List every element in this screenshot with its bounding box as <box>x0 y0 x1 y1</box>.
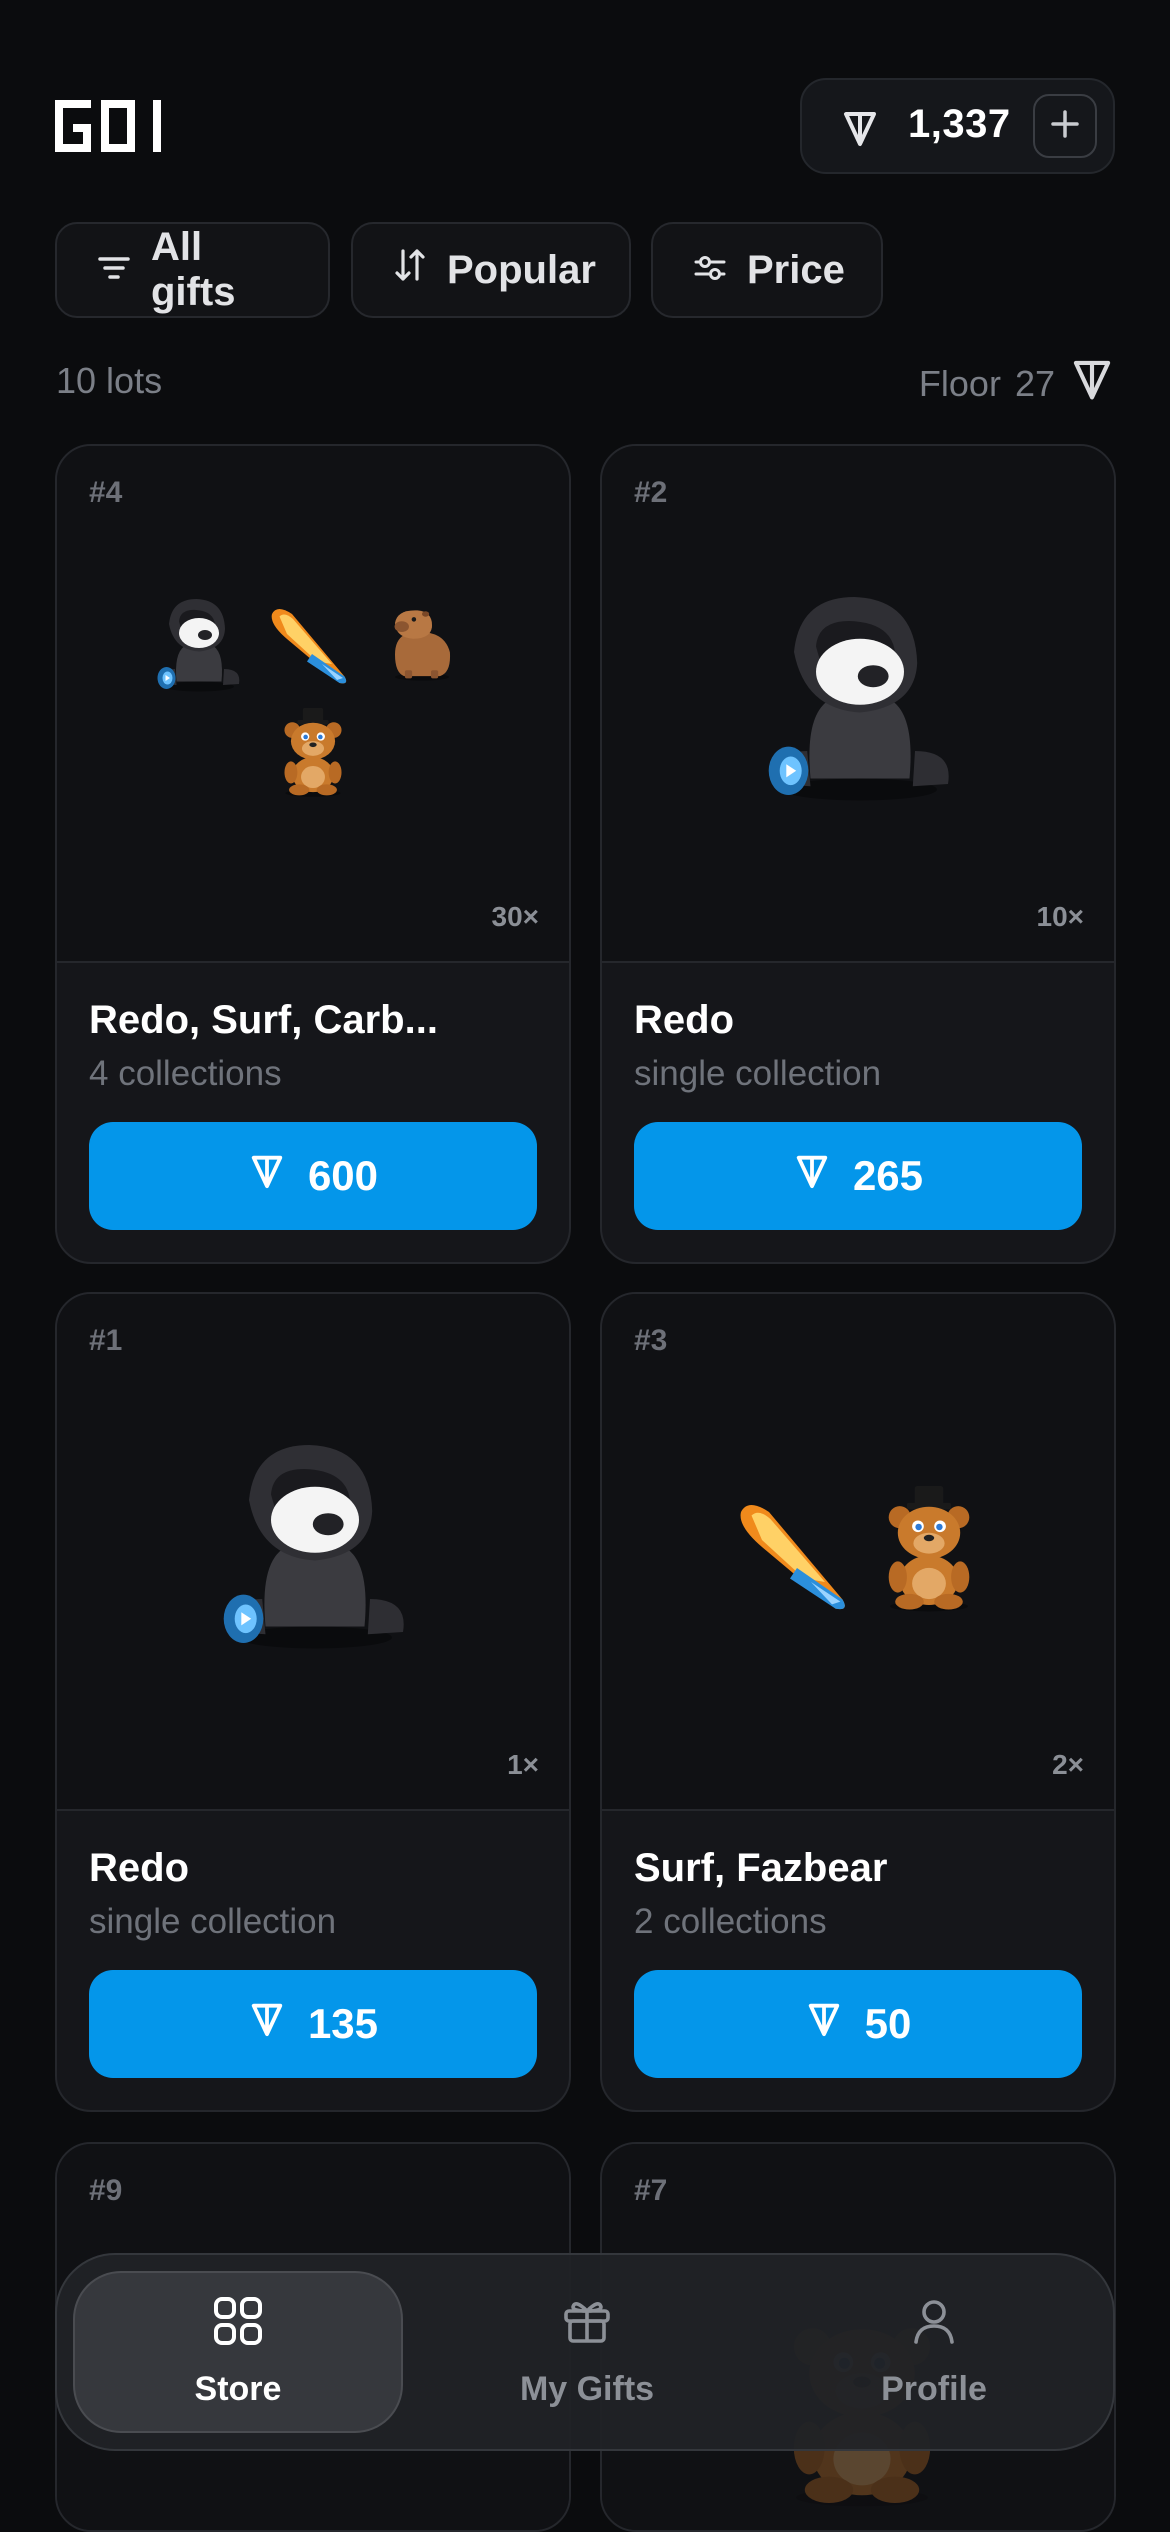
surf-gift-image <box>271 609 347 684</box>
buy-button[interactable]: 50 <box>634 1970 1082 2078</box>
buy-button[interactable]: 265 <box>634 1122 1082 1230</box>
buy-price: 135 <box>307 2000 379 2047</box>
nav-label: Profile <box>881 2370 987 2408</box>
sliders-icon <box>693 248 727 293</box>
lot-card[interactable]: #4 30× Redo, Surf, Carb... 4 collections… <box>55 444 571 1264</box>
lot-number: #4 <box>89 476 123 509</box>
surf-gift-image <box>740 1505 845 1610</box>
filter-label: Popular <box>447 247 596 292</box>
redo-gift-image <box>768 597 949 801</box>
filter-popular[interactable]: Popular <box>351 222 631 318</box>
plus-icon <box>1050 109 1080 144</box>
filter-price[interactable]: Price <box>651 222 883 318</box>
balance-amount: 1,337 <box>908 102 1011 146</box>
filter-label: Price <box>747 247 845 292</box>
ton-icon <box>248 1152 286 1200</box>
nav-store[interactable]: Store <box>73 2271 403 2433</box>
nav-profile[interactable]: Profile <box>769 2271 1099 2433</box>
redo-gift-image <box>223 1445 404 1649</box>
lot-number: #7 <box>634 2174 668 2207</box>
lot-collections: single collection <box>89 1902 337 1941</box>
header: 1,337 <box>55 78 1115 178</box>
ton-icon <box>1069 356 1115 411</box>
gift-preview <box>57 1294 569 1811</box>
lot-collections: 2 collections <box>634 1902 827 1941</box>
buy-button[interactable]: 600 <box>89 1122 537 1230</box>
floor-label: Floor <box>918 362 1001 404</box>
lot-quantity: 1× <box>507 1749 539 1780</box>
lot-quantity: 30× <box>491 901 540 932</box>
gift-preview <box>602 446 1114 963</box>
lot-number: #1 <box>89 1324 123 1357</box>
ton-icon <box>248 2000 286 2048</box>
gift-icon <box>561 2295 613 2356</box>
capybara-gift-image <box>394 610 451 681</box>
lot-title: Redo <box>634 998 734 1042</box>
ton-icon <box>793 1152 831 1200</box>
ton-icon <box>840 108 880 153</box>
fazbear-gift-image <box>284 708 342 797</box>
lot-card[interactable]: #2 10× Redo single collection 265 <box>600 444 1116 1264</box>
buy-price: 50 <box>864 2000 912 2047</box>
sort-icon <box>393 247 427 293</box>
bottom-nav: Store My Gifts Profile <box>55 2253 1115 2451</box>
buy-price: 600 <box>307 1152 379 1199</box>
lot-card[interactable]: #3 2× Surf, Fazbear 2 collections 50 <box>600 1292 1116 2112</box>
filter-all-gifts[interactable]: All gifts <box>55 222 330 318</box>
gift-preview <box>57 446 569 963</box>
lot-number: #9 <box>89 2174 123 2207</box>
buy-price: 265 <box>852 1152 924 1199</box>
gift-preview <box>602 1294 1114 1811</box>
lots-count: 10 lots <box>56 360 163 401</box>
ton-icon <box>805 2000 843 2048</box>
lot-title: Redo <box>89 1846 189 1890</box>
lot-number: #2 <box>634 476 668 509</box>
lot-number: #3 <box>634 1324 668 1357</box>
floor-price: Floor 27 <box>919 356 1115 411</box>
lot-collections: 4 collections <box>89 1054 282 1093</box>
buy-button[interactable]: 135 <box>89 1970 537 2078</box>
stats-row: 10 lots Floor 27 <box>56 356 1115 406</box>
user-icon <box>908 2295 960 2356</box>
lot-title: Surf, Fazbear <box>634 1846 888 1890</box>
redo-gift-image <box>157 599 240 692</box>
lot-quantity: 10× <box>1036 901 1085 932</box>
app-logo[interactable] <box>55 100 175 157</box>
grid-icon <box>212 2295 264 2356</box>
filter-lines-icon <box>97 248 131 293</box>
lot-collections: single collection <box>634 1054 882 1093</box>
fazbear-gift-image <box>888 1486 970 1612</box>
lot-card[interactable]: #1 1× Redo single collection 135 <box>55 1292 571 2112</box>
nav-label: Store <box>194 2370 282 2408</box>
nav-label: My Gifts <box>519 2370 655 2408</box>
nav-my-gifts[interactable]: My Gifts <box>422 2271 752 2433</box>
add-balance-button[interactable] <box>1033 94 1097 158</box>
lot-title: Redo, Surf, Carb... <box>89 998 438 1042</box>
floor-value: 27 <box>1014 362 1055 404</box>
filter-label: All gifts <box>151 225 236 314</box>
lot-quantity: 2× <box>1052 1749 1084 1780</box>
balance-widget[interactable]: 1,337 <box>800 78 1115 174</box>
